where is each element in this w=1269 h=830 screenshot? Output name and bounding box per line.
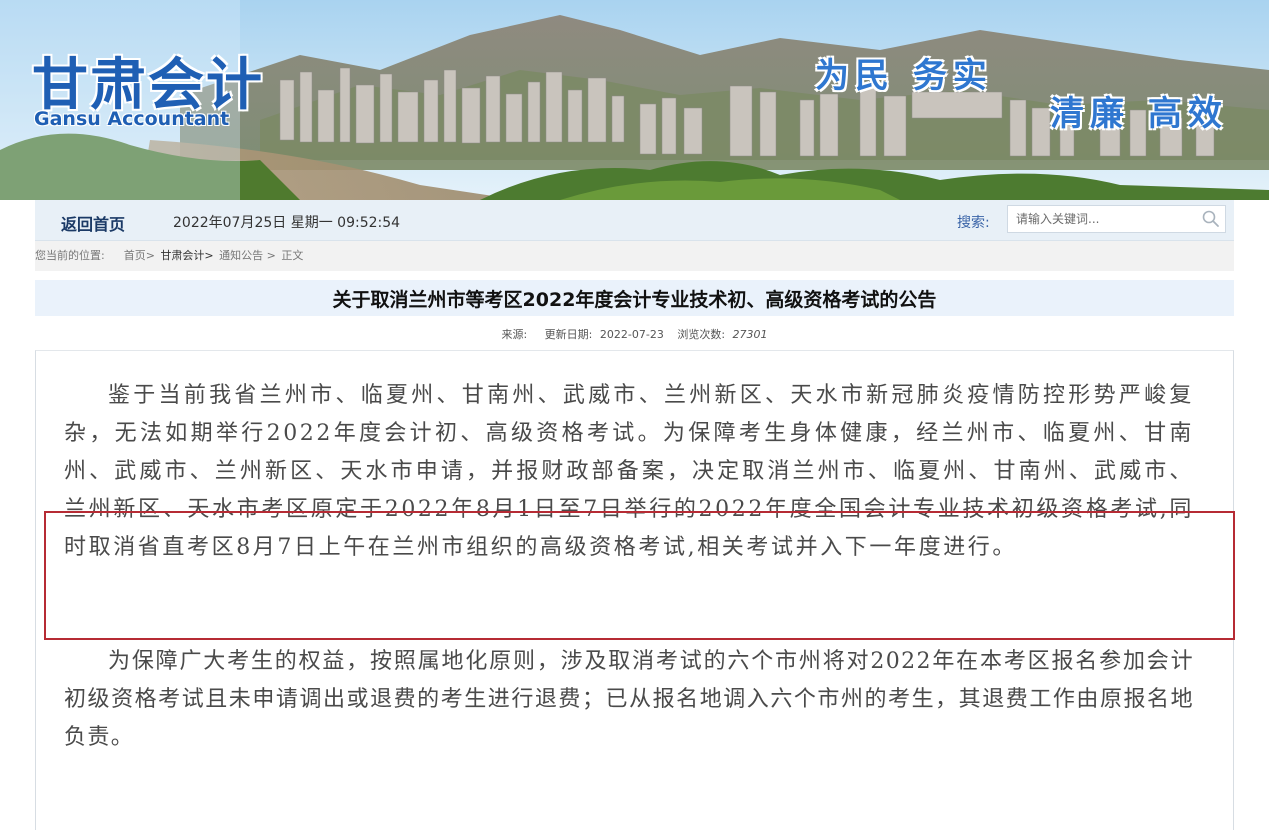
slogan-line-2: 清廉 高效 <box>1050 94 1228 134</box>
home-link[interactable]: 返回首页 <box>61 211 125 235</box>
search-icon[interactable] <box>1201 209 1221 229</box>
site-logo-english[interactable]: Gansu Accountant <box>34 108 229 130</box>
slogan-line-1: 为民 务实 <box>815 56 993 96</box>
article-content: 鉴于当前我省兰州市、临夏州、甘南州、武威市、兰州新区、天水市新冠肺炎疫情防控形势… <box>35 350 1234 830</box>
search-label: 搜索: <box>957 215 990 231</box>
breadcrumb-notices[interactable]: 通知公告 > <box>219 249 276 262</box>
search-input[interactable] <box>1008 206 1198 232</box>
article-title-bar: 关于取消兰州市等考区2022年度会计专业技术初、高级资格考试的公告 <box>35 280 1234 316</box>
update-label: 更新日期: <box>544 328 593 341</box>
article-paragraph-1: 鉴于当前我省兰州市、临夏州、甘南州、武威市、兰州新区、天水市新冠肺炎疫情防控形势… <box>64 383 1194 560</box>
breadcrumb: 您当前的位置: 首页> 甘肃会计> 通知公告 > 正文 <box>35 241 1234 271</box>
breadcrumb-current: 正文 <box>281 249 304 262</box>
article-title: 关于取消兰州市等考区2022年度会计专业技术初、高级资格考试的公告 <box>332 289 937 311</box>
update-date: 2022-07-23 <box>599 328 664 341</box>
views-count: 27301 <box>732 328 768 341</box>
breadcrumb-gansu-accountant[interactable]: 甘肃会计> <box>160 249 213 262</box>
views-label: 浏览次数: <box>677 328 726 341</box>
search-box <box>1007 205 1226 233</box>
top-nav-bar: 返回首页 2022年07月25日 星期一 09:52:54 搜索: <box>35 200 1234 241</box>
article-paragraph-2: 为保障广大考生的权益，按照属地化原则，涉及取消考试的六个市州将对2022年在本考… <box>64 649 1194 750</box>
breadcrumb-prefix: 您当前的位置: <box>35 249 105 262</box>
header-banner: 甘肃会计 Gansu Accountant 为民 务实 清廉 高效 <box>0 0 1269 200</box>
source-label: 来源: <box>501 328 528 341</box>
article-meta: 来源: 更新日期: 2022-07-23 浏览次数: 27301 <box>0 326 1269 342</box>
breadcrumb-home[interactable]: 首页> <box>124 249 155 262</box>
current-datetime: 2022年07月25日 星期一 09:52:54 <box>173 215 401 231</box>
